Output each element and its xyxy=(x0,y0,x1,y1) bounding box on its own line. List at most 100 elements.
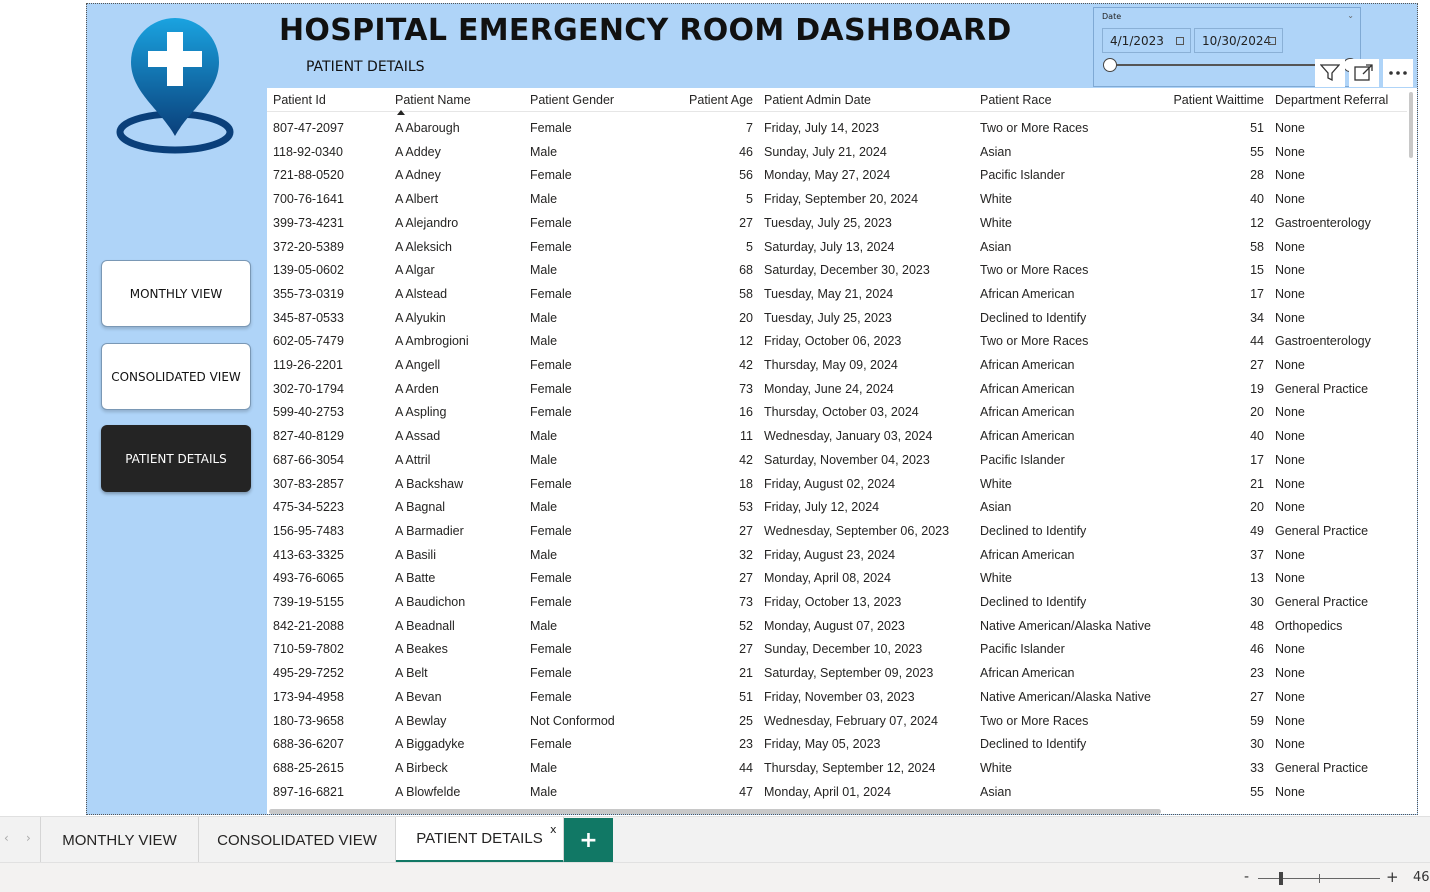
table-row[interactable]: 345-87-0533 A Alyukin Male 20 Tuesday, July … xyxy=(267,306,1407,330)
table-cell: 42 xyxy=(739,452,753,467)
table-row[interactable]: 118-92-0340 A Addey Male 46 Sunday, July 21,… xyxy=(267,140,1407,164)
table-row[interactable]: 119-26-2201 A Angell Female 42 Thursday, May… xyxy=(267,353,1407,377)
column-header[interactable]: Patient Id xyxy=(273,88,326,112)
table-cell: Two or More Races xyxy=(980,121,1089,135)
patient-details-button[interactable]: PATIENT DETAILS xyxy=(101,425,251,492)
collapse-icon[interactable]: ⌄ xyxy=(1347,11,1354,20)
table-cell: Asian xyxy=(980,239,1012,254)
table-cell: Thursday, September 12, 2024 xyxy=(764,760,936,775)
column-header[interactable]: Department Referral xyxy=(1275,88,1388,112)
table-cell: Thursday, May 09, 2024 xyxy=(764,358,898,372)
column-header[interactable]: Patient Admin Date xyxy=(764,88,871,112)
table-cell: A Angell xyxy=(395,358,441,372)
table-cell: Male xyxy=(530,263,558,278)
zoom-in-button[interactable]: + xyxy=(1386,868,1399,886)
table-row[interactable]: 180-73-9658 A Bewlay Not Conformod 25 Wednes… xyxy=(267,709,1407,733)
previous-page-icon[interactable]: ‹ xyxy=(4,831,9,845)
table-row[interactable]: 700-76-1641 A Albert Male 5 Friday, Septembe… xyxy=(267,187,1407,211)
table-row[interactable]: 739-19-5155 A Baudichon Female 73 Friday, Oc… xyxy=(267,590,1407,614)
more-options-icon[interactable] xyxy=(1383,59,1413,87)
table-cell: None xyxy=(1275,571,1305,586)
horizontal-scrollbar[interactable] xyxy=(269,809,1161,814)
table-cell: Friday, July 14, 2023 xyxy=(764,121,880,135)
table-row[interactable]: 602-05-7479 A Ambrogioni Male 12 Friday, Oct… xyxy=(267,329,1407,353)
table-cell: None xyxy=(1275,286,1305,301)
table-row[interactable]: 355-73-0319 A Alstead Female 58 Tuesday, May… xyxy=(267,282,1407,306)
column-header[interactable]: Patient Name xyxy=(395,88,471,112)
column-header[interactable]: Patient Waittime xyxy=(1173,88,1264,112)
calendar-icon[interactable] xyxy=(1268,37,1276,45)
table-cell: Tuesday, July 25, 2023 xyxy=(764,215,892,230)
vertical-scrollbar[interactable] xyxy=(1409,92,1413,158)
table-cell: Monday, May 27, 2024 xyxy=(764,168,891,183)
range-start-handle[interactable] xyxy=(1103,58,1117,72)
add-page-button[interactable]: + xyxy=(564,818,613,863)
column-header[interactable]: Patient Age xyxy=(689,88,753,112)
table-row[interactable]: 399-73-4231 A Alejandro Female 27 Tuesday, J… xyxy=(267,211,1407,235)
tab-consolidated-view[interactable]: CONSOLIDATED VIEW xyxy=(199,817,396,863)
table-cell: 27 xyxy=(1250,689,1264,704)
table-cell: Male xyxy=(530,192,558,207)
table-row[interactable]: 302-70-1794 A Arden Female 73 Monday, June 2… xyxy=(267,377,1407,401)
table-row[interactable]: 599-40-2753 A Aspling Female 16 Thursday, Oc… xyxy=(267,400,1407,424)
table-cell: 20 xyxy=(739,310,753,325)
end-date-input[interactable]: 10/30/2024 xyxy=(1194,28,1283,53)
table-row[interactable]: 807-47-2097 A Abarough Female 7 Friday, July… xyxy=(267,116,1407,140)
monthly-view-button[interactable]: MONTHLY VIEW xyxy=(101,260,251,327)
column-header[interactable]: Patient Race xyxy=(980,88,1052,112)
table-row[interactable]: 173-94-4958 A Bevan Female 51 Friday, Novemb… xyxy=(267,685,1407,709)
table-cell: 33 xyxy=(1250,760,1264,775)
table-row[interactable]: 372-20-5389 A Aleksich Female 5 Saturday, Ju… xyxy=(267,235,1407,259)
table-row[interactable]: 493-76-6065 A Batte Female 27 Monday, April … xyxy=(267,566,1407,590)
table-cell: Female xyxy=(530,666,572,681)
filter-icon[interactable] xyxy=(1315,59,1345,87)
table-cell: 307-83-2857 xyxy=(273,476,344,491)
zoom-out-button[interactable]: - xyxy=(1244,869,1249,885)
table-row[interactable]: 156-95-7483 A Barmadier Female 27 Wednesday,… xyxy=(267,519,1407,543)
table-cell: 12 xyxy=(1250,215,1264,230)
end-date-value: 10/30/2024 xyxy=(1202,34,1272,48)
table-row[interactable]: 827-40-8129 A Assad Male 11 Wednesday, Janua… xyxy=(267,424,1407,448)
table-cell: Friday, May 05, 2023 xyxy=(764,737,881,752)
table-row[interactable]: 413-63-3325 A Basili Male 32 Friday, August … xyxy=(267,543,1407,567)
tab-monthly-view[interactable]: MONTHLY VIEW xyxy=(40,817,199,863)
table-cell: 18 xyxy=(739,476,753,491)
table-cell: 40 xyxy=(1250,429,1264,444)
table-row[interactable]: 897-16-6821 A Blowfelde Male 47 Monday, Apri… xyxy=(267,780,1407,804)
consolidated-view-button[interactable]: CONSOLIDATED VIEW xyxy=(101,343,251,410)
table-row[interactable]: 495-29-7252 A Belt Female 21 Saturday, Septe… xyxy=(267,661,1407,685)
table-cell: 27 xyxy=(739,571,753,586)
table-row[interactable]: 688-25-2615 A Birbeck Male 44 Thursday, Sept… xyxy=(267,756,1407,780)
close-tab-icon[interactable]: x xyxy=(550,823,557,836)
zoom-level: 46 xyxy=(1413,870,1430,885)
table-row[interactable]: 710-59-7802 A Beakes Female 27 Sunday, Decem… xyxy=(267,637,1407,661)
table-row[interactable]: 721-88-0520 A Adney Female 56 Monday, May 27… xyxy=(267,163,1407,187)
table-row[interactable]: 139-05-0602 A Algar Male 68 Saturday, Decemb… xyxy=(267,258,1407,282)
patient-details-table[interactable]: Patient Id Patient Name Patient Gender P… xyxy=(267,88,1417,814)
table-row[interactable]: 307-83-2857 A Backshaw Female 18 Friday, Aug… xyxy=(267,472,1407,496)
calendar-icon[interactable] xyxy=(1176,37,1184,45)
table-cell: 42 xyxy=(739,358,753,372)
table-row[interactable]: 475-34-5223 A Bagnal Male 53 Friday, July 12… xyxy=(267,495,1407,519)
date-range-track[interactable] xyxy=(1110,64,1350,66)
table-cell: None xyxy=(1275,666,1305,681)
table-cell: 23 xyxy=(739,737,753,752)
table-cell: Female xyxy=(530,571,572,586)
table-row[interactable]: 688-36-6207 A Biggadyke Female 23 Friday, Ma… xyxy=(267,732,1407,756)
table-cell: Pacific Islander xyxy=(980,642,1065,657)
report-app: MONTHLY VIEW CONSOLIDATED VIEW PATIENT D… xyxy=(0,0,1430,892)
next-page-icon[interactable]: › xyxy=(26,831,31,845)
focus-mode-icon[interactable] xyxy=(1349,59,1379,87)
tab-patient-details[interactable]: PATIENT DETAILS xyxy=(396,817,564,863)
table-row[interactable]: 687-66-3054 A Attril Male 42 Saturday, Novem… xyxy=(267,448,1407,472)
table-row[interactable]: 842-21-2088 A Beadnall Male 52 Monday, Augus… xyxy=(267,614,1407,638)
table-cell: None xyxy=(1275,452,1305,467)
zoom-slider-thumb[interactable] xyxy=(1279,872,1283,885)
table-cell: Monday, April 01, 2024 xyxy=(764,784,891,799)
table-cell: White xyxy=(980,476,1012,491)
table-cell: 5 xyxy=(746,239,753,254)
table-cell: Wednesday, January 03, 2024 xyxy=(764,429,933,444)
table-cell: A Batte xyxy=(395,571,436,586)
column-header[interactable]: Patient Gender xyxy=(530,88,614,112)
start-date-input[interactable]: 4/1/2023 xyxy=(1102,28,1191,53)
